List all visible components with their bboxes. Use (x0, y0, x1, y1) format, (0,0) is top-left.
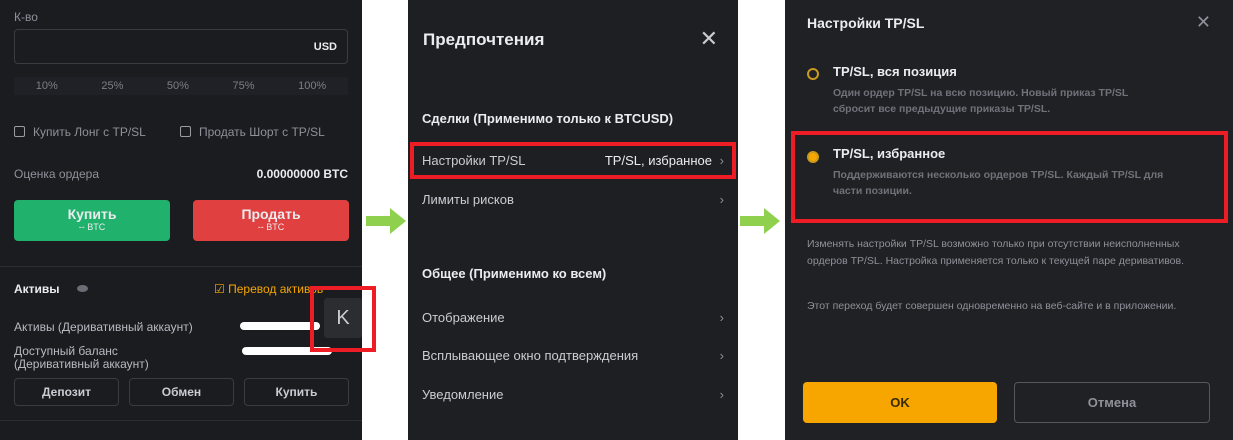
preferences-title: Предпочтения (423, 30, 545, 49)
checkbox-icon (180, 126, 191, 137)
avail-line-2: (Деривативный аккаунт) (14, 357, 149, 371)
assets-title: Активы (14, 282, 60, 296)
long-tpsl-checkbox[interactable]: Купить Лонг с TP/SL (14, 125, 146, 139)
close-icon[interactable]: ✕ (1196, 12, 1211, 33)
risk-limits-item[interactable]: Лимиты рисков › (422, 192, 724, 207)
order-estimate-label: Оценка ордера (14, 167, 99, 181)
notifications-item[interactable]: Уведомление › (422, 387, 724, 402)
sell-sub: -- BTC (257, 222, 285, 232)
sell-button[interactable]: Продать -- BTC (193, 200, 349, 241)
transfer-icon: ☑ (214, 282, 229, 296)
buy-crypto-button[interactable]: Купить (244, 378, 349, 406)
section-general: Общее (Применимо ко всем) (422, 266, 607, 281)
percent-75[interactable]: 75% (233, 80, 255, 92)
order-estimate-value: 0.00000000 BTC (256, 167, 348, 181)
arrow-right-icon (366, 208, 406, 234)
sell-label: Продать (241, 206, 301, 222)
radio-unselected-icon (807, 68, 819, 80)
checkbox-icon (14, 126, 25, 137)
short-tpsl-label: Продать Шорт с TP/SL (199, 125, 325, 139)
tpsl-settings-dialog: Настройки TP/SL ✕ TP/SL, вся позиция Оди… (785, 0, 1233, 440)
short-tpsl-checkbox[interactable]: Продать Шорт с TP/SL (180, 125, 325, 139)
redacted-value (240, 322, 320, 330)
buy-sub: -- BTC (78, 222, 106, 232)
ok-button[interactable]: OK (803, 382, 997, 423)
chevron-right-icon: › (719, 387, 724, 402)
display-item[interactable]: Отображение › (422, 310, 724, 325)
divider (0, 420, 362, 421)
buy-button[interactable]: Купить -- BTC (14, 200, 170, 241)
note-restriction: Изменять настройки TP/SL возможно только… (807, 238, 1185, 267)
cancel-button[interactable]: Отмена (1014, 382, 1210, 423)
long-tpsl-label: Купить Лонг с TP/SL (33, 125, 146, 139)
divider (0, 266, 362, 267)
arrow-right-icon (740, 208, 780, 234)
chevron-right-icon: › (719, 348, 724, 363)
percent-100[interactable]: 100% (298, 80, 326, 92)
highlight-box (310, 286, 376, 352)
deposit-button[interactable]: Депозит (14, 378, 119, 406)
percent-10[interactable]: 10% (36, 80, 58, 92)
qty-input[interactable]: USD (14, 29, 348, 64)
preferences-panel: Предпочтения ✕ Сделки (Применимо только … (408, 0, 738, 440)
eye-icon[interactable] (77, 285, 88, 292)
option-whole-position[interactable]: TP/SL, вся позиция Один ордер TP/SL на в… (807, 64, 1207, 117)
qty-label: К-во (14, 10, 38, 24)
available-balance-label: Доступный баланс (Деривативный аккаунт) (14, 345, 149, 371)
transfer-link[interactable]: ☑ Перевод активов (214, 282, 323, 296)
close-icon[interactable]: ✕ (700, 26, 718, 52)
exchange-button[interactable]: Обмен (129, 378, 234, 406)
risk-limits-label: Лимиты рисков (422, 192, 514, 207)
highlight-box (791, 131, 1228, 223)
confirm-popup-item[interactable]: Всплывающее окно подтверждения › (422, 348, 724, 363)
option-title: TP/SL, вся позиция (833, 64, 957, 79)
currency-label: USD (313, 41, 337, 53)
confirm-popup-label: Всплывающее окно подтверждения (422, 348, 639, 363)
order-panel: К-во USD 10% 25% 50% 75% 100% Купить Лон… (0, 0, 376, 440)
assets-row-label: Активы (Деривативный аккаунт) (14, 320, 193, 334)
buy-label: Купить (67, 206, 117, 222)
section-trades: Сделки (Применимо только к BTCUSD) (422, 111, 674, 126)
percent-25[interactable]: 25% (101, 80, 123, 92)
option-description: Один ордер TP/SL на всю позицию. Новый п… (833, 87, 1129, 115)
note-sync: Этот переход будет совершен одновременно… (807, 300, 1177, 312)
notifications-label: Уведомление (422, 387, 504, 402)
display-label: Отображение (422, 310, 505, 325)
dialog-title: Настройки TP/SL (807, 15, 925, 31)
chevron-right-icon: › (719, 192, 724, 207)
chevron-right-icon: › (719, 310, 724, 325)
percent-selector: 10% 25% 50% 75% 100% (14, 77, 348, 95)
transfer-label: Перевод активов (228, 282, 324, 296)
highlight-box (410, 142, 736, 179)
percent-50[interactable]: 50% (167, 80, 189, 92)
